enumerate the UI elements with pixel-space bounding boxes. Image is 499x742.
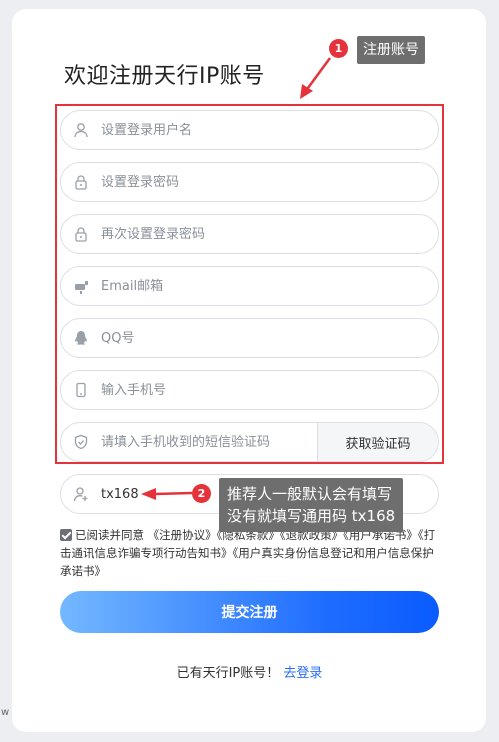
annotation-tip-2-line-2: 没有就填写通用码 tx168 — [227, 507, 396, 525]
annotation-arrows — [141, 57, 332, 500]
annotation-tip-2: 推荐人一般默认会有填写 没有就填写通用码 tx168 — [219, 478, 404, 532]
annotation-tip-1: 注册账号 — [357, 36, 425, 64]
annotation-badge-2: 2 — [192, 484, 211, 503]
annotation-badge-1: 1 — [329, 39, 348, 58]
annotation-tip-2-line-1: 推荐人一般默认会有填写 — [227, 485, 393, 503]
